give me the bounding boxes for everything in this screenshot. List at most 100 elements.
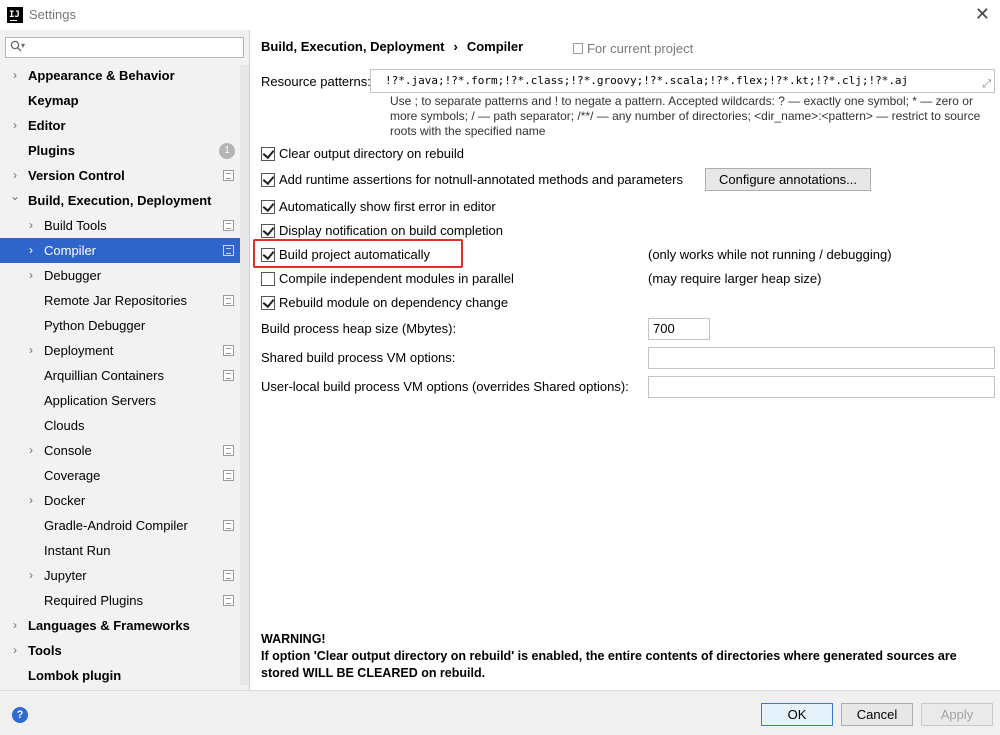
apply-button[interactable]: Apply <box>921 703 993 726</box>
sidebar-item-label: Console <box>44 443 92 458</box>
chevron-down-icon[interactable]: ⌄ <box>9 184 21 209</box>
breadcrumb-parent: Build, Execution, Deployment <box>261 39 445 54</box>
chevron-right-icon[interactable]: › <box>25 238 37 263</box>
sidebar-item-tools[interactable]: › Tools <box>0 638 249 663</box>
sidebar-item-keymap[interactable]: Keymap <box>0 88 249 113</box>
user-vm-options-label: User-local build process VM options (ove… <box>261 379 629 394</box>
project-scope-icon <box>223 245 234 256</box>
resource-patterns-value: !?*.java;!?*.form;!?*.class;!?*.groovy;!… <box>385 74 909 87</box>
help-icon[interactable]: ? <box>12 707 28 723</box>
build-notification-label: Display notification on build completion <box>279 223 504 238</box>
search-input[interactable] <box>30 39 240 56</box>
warning-message: WARNING! If option 'Clear output directo… <box>261 631 996 682</box>
sidebar-item-label: Instant Run <box>44 543 111 558</box>
ok-button[interactable]: OK <box>761 703 833 726</box>
sidebar-item-remote-jar-repositories[interactable]: Remote Jar Repositories <box>0 288 249 313</box>
sidebar-item-console[interactable]: › Console <box>0 438 249 463</box>
sidebar-item-plugins[interactable]: Plugins 1 <box>0 138 249 163</box>
project-scope-icon <box>223 345 234 356</box>
sidebar-item-build-execution-deployment[interactable]: ⌄ Build, Execution, Deployment <box>0 188 249 213</box>
sidebar-item-label: Build Tools <box>44 218 107 233</box>
sidebar-item-arquillian-containers[interactable]: Arquillian Containers <box>0 363 249 388</box>
sidebar-item-compiler[interactable]: › Compiler <box>0 238 249 263</box>
resource-patterns-label: Resource patterns: <box>261 74 371 89</box>
project-scope-icon <box>223 295 234 306</box>
settings-search-box[interactable]: ▾ <box>5 37 244 58</box>
sidebar-item-version-control[interactable]: › Version Control <box>0 163 249 188</box>
sidebar-item-python-debugger[interactable]: Python Debugger <box>0 313 249 338</box>
sidebar-item-languages-frameworks[interactable]: › Languages & Frameworks <box>0 613 249 638</box>
chevron-right-icon[interactable]: › <box>25 263 37 288</box>
settings-sidebar: ▾ › Appearance & Behavior Keymap › Editor Plu… <box>0 30 250 690</box>
chevron-right-icon[interactable]: › <box>25 488 37 513</box>
chevron-right-icon[interactable]: › <box>9 113 21 138</box>
resource-patterns-input[interactable]: !?*.java;!?*.form;!?*.class;!?*.groovy;!… <box>370 69 995 93</box>
rebuild-on-dependency-checkbox[interactable] <box>261 296 275 310</box>
sidebar-item-label: Application Servers <box>44 393 156 408</box>
title-bar: IJ Settings ✕ <box>0 0 1000 30</box>
sidebar-scrollbar[interactable] <box>240 65 249 685</box>
heap-size-label: Build process heap size (Mbytes): <box>261 321 457 336</box>
search-dropdown-icon: ▾ <box>21 41 26 50</box>
clear-output-dir-label: Clear output directory on rebuild <box>279 146 464 161</box>
breadcrumb: Build, Execution, Deployment › Compiler <box>261 39 523 54</box>
shared-vm-options-label: Shared build process VM options: <box>261 350 456 365</box>
sidebar-item-docker[interactable]: › Docker <box>0 488 249 513</box>
project-scope-indicator: For current project <box>573 41 693 56</box>
sidebar-item-lombok-plugin[interactable]: Lombok plugin <box>0 663 249 688</box>
sidebar-item-label: Remote Jar Repositories <box>44 293 188 308</box>
sidebar-item-jupyter[interactable]: › Jupyter <box>0 563 249 588</box>
chevron-right-icon[interactable]: › <box>25 213 37 238</box>
project-scope-icon <box>223 595 234 606</box>
parallel-compile-checkbox[interactable] <box>261 272 275 286</box>
build-notification-checkbox[interactable] <box>261 224 275 238</box>
sidebar-item-required-plugins[interactable]: Required Plugins <box>0 588 249 613</box>
sidebar-item-label: Version Control <box>28 168 125 183</box>
heap-size-input[interactable]: 700 <box>648 318 710 340</box>
chevron-right-icon[interactable]: › <box>9 63 21 88</box>
sidebar-item-label: Debugger <box>44 268 102 283</box>
configure-annotations-button[interactable]: Configure annotations... <box>705 168 871 191</box>
dialog-footer: ? OK Cancel Apply <box>0 690 1000 735</box>
annotation-highlight-box <box>253 239 463 268</box>
sidebar-item-application-servers[interactable]: Application Servers <box>0 388 249 413</box>
close-icon[interactable]: ✕ <box>975 4 990 25</box>
expand-field-icon[interactable]: ⤢ <box>982 73 991 92</box>
sidebar-item-deployment[interactable]: › Deployment <box>0 338 249 363</box>
chevron-right-icon[interactable]: › <box>25 438 37 463</box>
sidebar-item-editor[interactable]: › Editor <box>0 113 249 138</box>
clear-output-dir-checkbox[interactable] <box>261 147 275 161</box>
user-vm-options-input[interactable] <box>648 376 995 398</box>
runtime-assertions-checkbox[interactable] <box>261 173 275 187</box>
sidebar-item-label: Tools <box>28 643 62 658</box>
sidebar-item-label: Editor <box>28 118 66 133</box>
rebuild-on-dependency-label: Rebuild module on dependency change <box>279 295 509 310</box>
project-scope-icon <box>223 220 234 231</box>
sidebar-item-instant-run[interactable]: Instant Run <box>0 538 249 563</box>
sidebar-item-label: Gradle-Android Compiler <box>44 518 188 533</box>
sidebar-item-label: Lombok plugin <box>28 668 122 683</box>
cancel-button[interactable]: Cancel <box>841 703 913 726</box>
sidebar-item-clouds[interactable]: Clouds <box>0 413 249 438</box>
show-first-error-checkbox[interactable] <box>261 200 275 214</box>
sidebar-item-gradle-android-compiler[interactable]: Gradle-Android Compiler <box>0 513 249 538</box>
project-scope-icon <box>223 370 234 381</box>
sidebar-item-label: Required Plugins <box>44 593 144 608</box>
shared-vm-options-input[interactable] <box>648 347 995 369</box>
project-scope-icon <box>223 570 234 581</box>
sidebar-item-label: Plugins <box>28 143 75 158</box>
show-first-error-label: Automatically show first error in editor <box>279 199 496 214</box>
chevron-right-icon[interactable]: › <box>9 638 21 663</box>
sidebar-item-coverage[interactable]: Coverage <box>0 463 249 488</box>
sidebar-item-label: Languages & Frameworks <box>28 618 190 633</box>
resource-patterns-help: Use ; to separate patterns and ! to nega… <box>390 94 981 138</box>
chevron-right-icon[interactable]: › <box>9 613 21 638</box>
sidebar-item-label: Compiler <box>44 243 97 258</box>
sidebar-item-build-tools[interactable]: › Build Tools <box>0 213 249 238</box>
chevron-right-icon[interactable]: › <box>25 563 37 588</box>
intellij-app-icon: IJ <box>7 7 23 23</box>
chevron-right-icon[interactable]: › <box>25 338 37 363</box>
sidebar-item-appearance-behavior[interactable]: › Appearance & Behavior <box>0 63 249 88</box>
sidebar-item-debugger[interactable]: › Debugger <box>0 263 249 288</box>
project-scope-icon <box>223 470 234 481</box>
